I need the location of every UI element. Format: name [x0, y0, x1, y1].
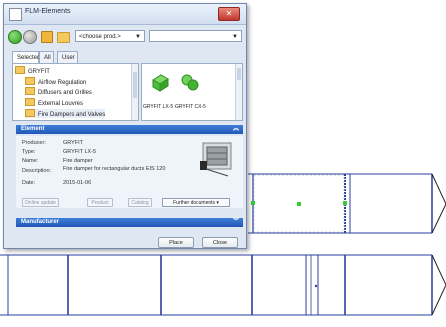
lower-duct — [0, 254, 446, 316]
manufacturer-header-label: Manufacturer — [21, 219, 60, 225]
catalog-button[interactable]: Catalog — [128, 198, 152, 207]
expand-chevron-icon[interactable]: ︾ — [233, 218, 239, 227]
folder-icon — [25, 109, 35, 117]
damper-marker — [314, 284, 318, 288]
green-cube-icon[interactable] — [150, 72, 170, 92]
close-button[interactable]: Close — [202, 237, 238, 248]
description-label: Description: — [22, 168, 52, 174]
date-label: Date: — [22, 180, 36, 186]
tree-scrollbar[interactable] — [131, 64, 138, 120]
category-tree: GRYFIT Airflow Regulation Diffusers and … — [12, 63, 139, 121]
toolbar: <choose prod.> ▼ ▼ — [8, 29, 242, 45]
producer-value: GRYFIT — [63, 140, 84, 146]
further-documents-button[interactable]: Further documents ▾ — [162, 198, 230, 207]
tab-user[interactable]: User — [57, 51, 78, 63]
online-update-button[interactable]: Online update — [22, 198, 59, 207]
home-icon[interactable] — [41, 31, 53, 43]
title-bar[interactable]: FLM-Elements ✕ — [4, 4, 246, 25]
place-button[interactable]: Place — [158, 237, 194, 248]
secondary-select[interactable]: ▼ — [149, 30, 242, 42]
name-label: Name: — [22, 158, 39, 164]
flm-elements-dialog: FLM-Elements ✕ <choose prod.> ▼ ▼ Select… — [3, 3, 247, 249]
producer-select-value: <choose prod.> — [79, 34, 121, 40]
product-list: GRYFIT LX-5 GRYFIT CX-5 — [141, 63, 243, 121]
tree-item-label: Fire Dampers and Valves — [38, 112, 106, 118]
producer-select[interactable]: <choose prod.> ▼ — [75, 30, 145, 42]
tree-item-airflow-regulation[interactable]: Airflow Regulation — [25, 77, 86, 86]
scrollbar-thumb[interactable] — [133, 72, 137, 98]
element-header-label: Element — [21, 126, 45, 132]
green-cube-icon[interactable] — [180, 72, 200, 92]
tree-item-label: Airflow Regulation — [38, 80, 87, 86]
chevron-down-icon: ▼ — [135, 34, 141, 40]
type-value: GRYFIT LX-5 — [63, 149, 97, 155]
type-label: Type: — [22, 149, 36, 155]
app-icon — [9, 8, 22, 21]
producer-label: Producer: — [22, 140, 46, 146]
grip-left[interactable] — [251, 201, 255, 205]
gray-circle-icon[interactable] — [23, 30, 37, 44]
product-button[interactable]: Product — [87, 198, 113, 207]
folder-icon — [25, 87, 35, 95]
tree-item-fire-dampers-and-valves[interactable]: Fire Dampers and Valves — [25, 109, 106, 118]
further-documents-label: Further documents — [173, 200, 216, 206]
name-value: Fire damper — [63, 158, 93, 164]
product-scrollbar[interactable] — [235, 64, 242, 120]
tree-item-diffusers-and-grilles[interactable]: Diffusers and Grilles — [25, 87, 92, 96]
product-label-cx5[interactable]: GRYFIT CX-5 — [175, 104, 206, 110]
element-details: Producer: GRYFIT Type: GRYFIT LX-5 Name:… — [16, 136, 243, 208]
folder-icon — [25, 98, 35, 106]
folder-icon — [15, 66, 25, 74]
tree-item-external-louvres[interactable]: External Louvres — [25, 98, 83, 107]
description-value: Fire damper for rectangular ducts EIS 12… — [63, 166, 166, 172]
folder-open-icon[interactable] — [57, 32, 70, 43]
fire-damper-image — [200, 142, 232, 177]
tab-all[interactable]: All — [39, 51, 54, 63]
collapse-chevron-icon[interactable]: ︽ — [233, 125, 239, 134]
element-section-header[interactable]: Element ︽ — [16, 125, 243, 134]
folder-icon — [25, 77, 35, 85]
grip-center[interactable] — [297, 202, 301, 206]
chevron-down-icon: ▾ — [216, 200, 219, 206]
product-label-lx5[interactable]: GRYFIT LX-5 — [143, 104, 173, 110]
tree-root[interactable]: GRYFIT — [15, 66, 50, 75]
close-window-button[interactable]: ✕ — [218, 7, 240, 21]
window-title: FLM-Elements — [25, 8, 71, 15]
manufacturer-section-header[interactable]: Manufacturer ︾ — [16, 218, 243, 227]
chevron-down-icon: ▼ — [232, 34, 238, 40]
date-value: 2015-01-06 — [63, 180, 92, 186]
tree-item-label: Diffusers and Grilles — [38, 90, 92, 96]
tree-item-label: External Louvres — [38, 101, 84, 107]
grip-right[interactable] — [343, 201, 347, 205]
scrollbar-thumb[interactable] — [237, 68, 241, 80]
green-circle-icon[interactable] — [8, 30, 22, 44]
tree-root-label: GRYFIT — [28, 69, 50, 75]
